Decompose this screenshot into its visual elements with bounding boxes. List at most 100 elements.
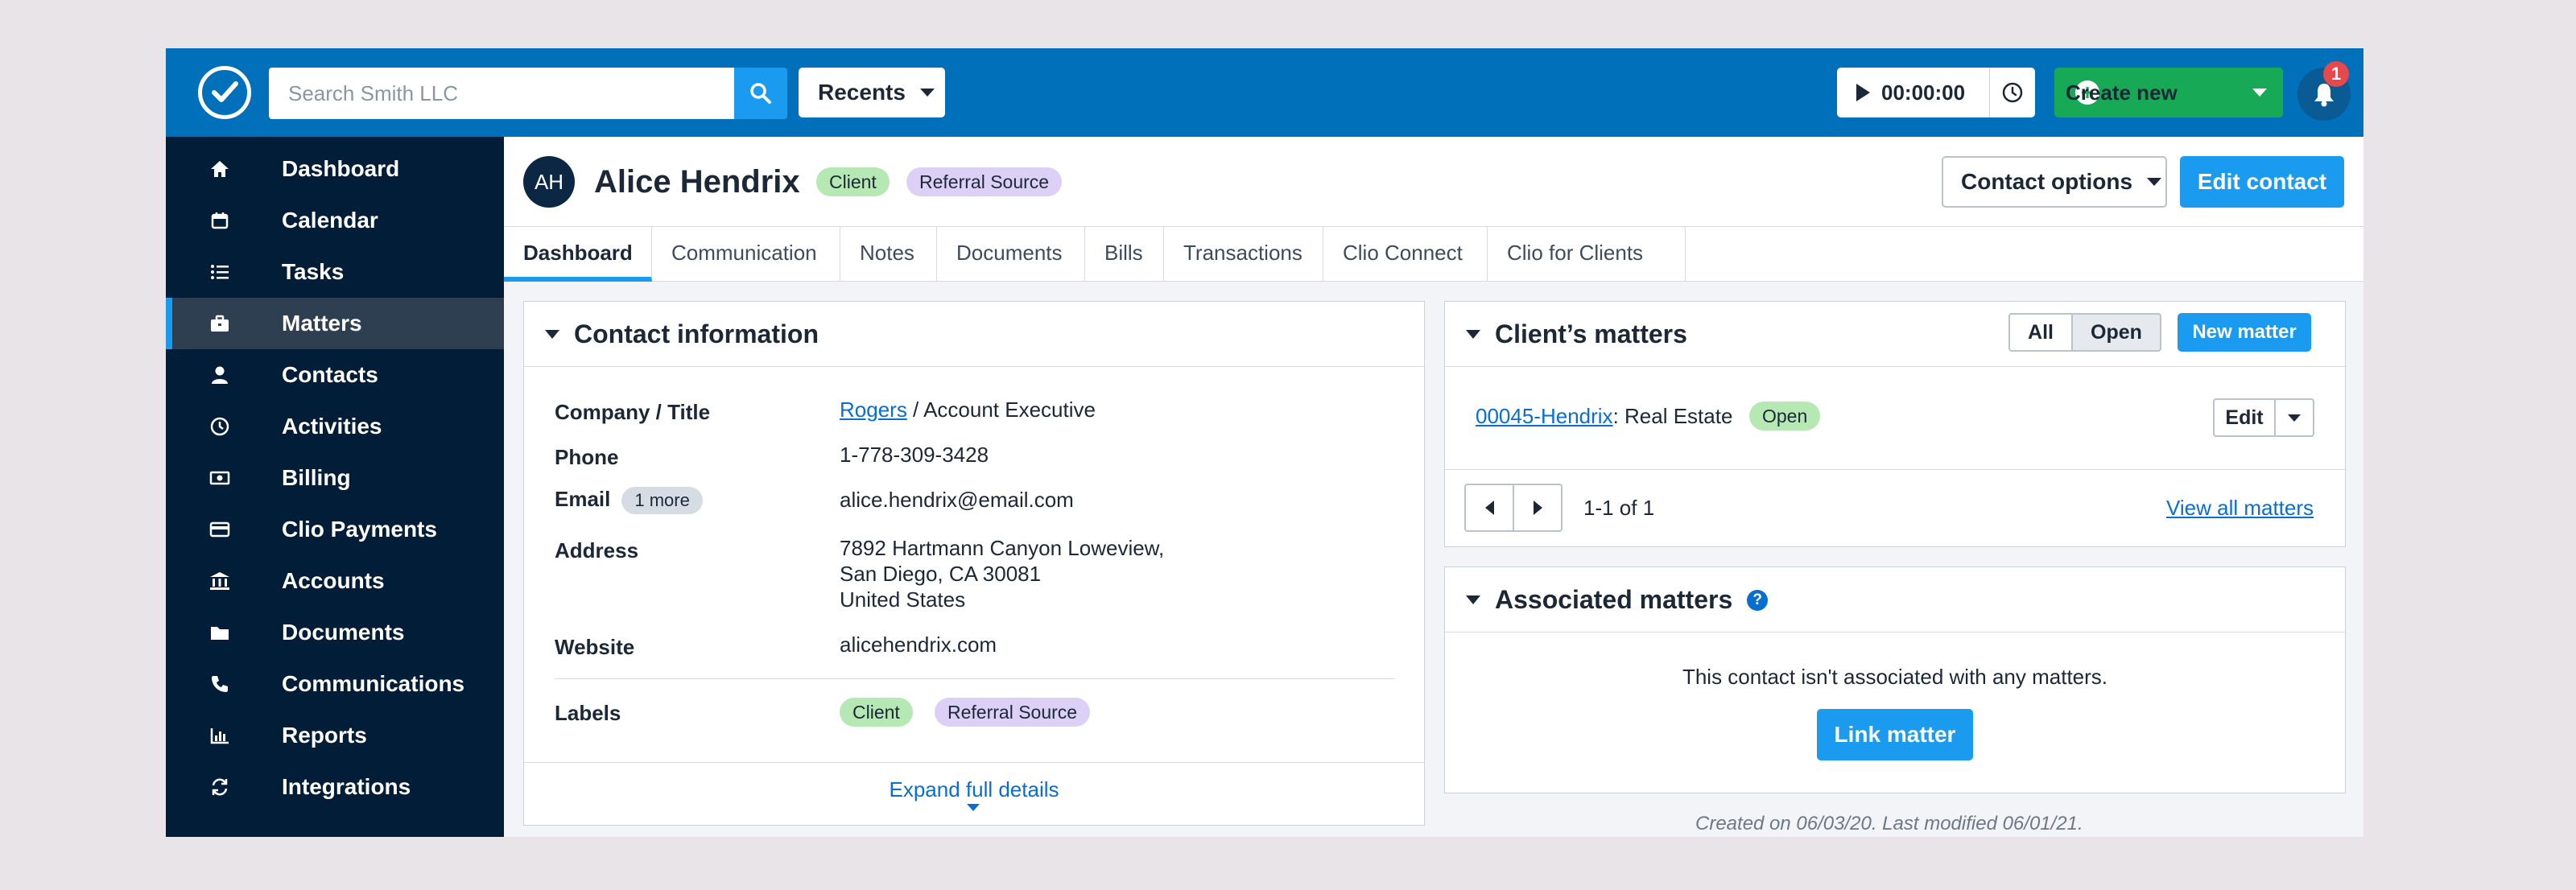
time-entry-button[interactable] <box>1990 68 2035 117</box>
matter-row: 00045-Hendrix: Real Estate <box>1476 403 1732 429</box>
view-all-matters-link[interactable]: View all matters <box>2166 495 2314 521</box>
sidebar-item-label: Accounts <box>282 568 385 593</box>
website-label: Website <box>555 635 635 659</box>
sidebar-item-clio-payments[interactable]: Clio Payments <box>166 504 504 555</box>
play-icon <box>1856 84 1870 101</box>
email-label-row: Email 1 more <box>555 487 703 514</box>
sidebar-item-contacts[interactable]: Contacts <box>166 349 504 401</box>
create-new-label: Create new <box>2066 80 2178 105</box>
sidebar: Dashboard Calendar Tasks Matters Contact… <box>166 137 504 837</box>
sidebar-item-label: Reports <box>282 723 367 748</box>
sidebar-item-label: Clio Payments <box>282 517 437 542</box>
address-line-3: United States <box>840 587 966 612</box>
clio-logo-icon[interactable] <box>198 66 251 119</box>
contact-options-button[interactable]: Contact options <box>1942 156 2167 208</box>
label-referral-source: Referral Source <box>906 167 1063 196</box>
person-icon <box>208 363 232 387</box>
sidebar-item-reports[interactable]: Reports <box>166 710 504 761</box>
company-title-label: Company / Title <box>555 400 711 424</box>
associated-matters-heading[interactable]: Associated matters ? <box>1466 585 1769 615</box>
card-title-text: Client’s matters <box>1495 319 1687 348</box>
chevron-down-icon <box>2288 414 2301 422</box>
home-icon <box>208 157 232 181</box>
create-new-button[interactable]: + Create new <box>2054 68 2283 117</box>
edit-matter-dropdown[interactable] <box>2274 398 2314 437</box>
top-bar: Search Smith LLC Recents 00:00:00 + Crea… <box>166 48 2363 137</box>
next-page-button[interactable] <box>1513 484 1563 532</box>
new-matter-button[interactable]: New matter <box>2178 313 2311 352</box>
sidebar-item-tasks[interactable]: Tasks <box>166 246 504 298</box>
tab-documents[interactable]: Documents <box>937 227 1085 282</box>
tab-notes[interactable]: Notes <box>840 227 937 282</box>
tab-communication[interactable]: Communication <box>652 227 840 282</box>
help-icon[interactable]: ? <box>1747 589 1769 611</box>
collapse-triangle-icon <box>1466 595 1480 604</box>
contact-information-heading[interactable]: Contact information <box>545 319 819 349</box>
filter-open-button[interactable]: Open <box>2071 313 2161 352</box>
address-label: Address <box>555 538 639 562</box>
sidebar-item-billing[interactable]: Billing <box>166 452 504 504</box>
chevron-down-icon <box>2252 89 2267 97</box>
divider <box>555 678 1395 679</box>
phone-label: Phone <box>555 445 619 469</box>
company-link[interactable]: Rogers <box>840 398 907 422</box>
sidebar-item-matters[interactable]: Matters <box>166 298 504 349</box>
expand-full-details-link[interactable]: Expand full details <box>524 777 1424 802</box>
list-icon <box>208 260 232 284</box>
tab-bar: Dashboard Communication Notes Documents … <box>504 227 2363 282</box>
sidebar-item-label: Communications <box>282 671 465 696</box>
search-input[interactable]: Search Smith LLC <box>269 68 734 119</box>
card-title-text: Contact information <box>574 319 819 348</box>
filter-all-button[interactable]: All <box>2008 313 2073 352</box>
avatar: AH <box>523 156 575 208</box>
search-button[interactable] <box>734 68 787 119</box>
phone-icon <box>208 672 232 696</box>
divider <box>1445 469 2345 470</box>
tab-clio-connect[interactable]: Clio Connect <box>1323 227 1488 282</box>
edit-matter-button[interactable]: Edit <box>2213 398 2276 437</box>
card-title-text: Associated matters <box>1495 585 1733 614</box>
email-value[interactable]: alice.hendrix@email.com <box>840 487 1074 513</box>
matter-status-badge: Open <box>1749 402 1821 431</box>
website-value[interactable]: alicehendrix.com <box>840 632 997 657</box>
tab-clio-for-clients[interactable]: Clio for Clients <box>1488 227 1686 282</box>
bank-icon <box>208 569 232 593</box>
link-matter-button[interactable]: Link matter <box>1817 709 1973 760</box>
create-new-dropdown[interactable] <box>2236 68 2283 117</box>
timer-button[interactable]: 00:00:00 <box>1837 68 1990 117</box>
tab-transactions[interactable]: Transactions <box>1164 227 1323 282</box>
collapse-triangle-icon <box>1466 330 1480 339</box>
label-client: Client <box>816 167 890 196</box>
matter-link[interactable]: 00045-Hendrix <box>1476 404 1613 428</box>
sidebar-item-integrations[interactable]: Integrations <box>166 761 504 813</box>
sidebar-item-communications[interactable]: Communications <box>166 658 504 710</box>
company-title-value: Rogers / Account Executive <box>840 397 1096 422</box>
sidebar-item-documents[interactable]: Documents <box>166 607 504 658</box>
app-window: Search Smith LLC Recents 00:00:00 + Crea… <box>166 48 2363 837</box>
contact-information-card: Contact information Company / Title Roge… <box>523 301 1425 826</box>
card-icon <box>208 517 232 542</box>
email-label: Email <box>555 487 611 511</box>
clients-matters-heading[interactable]: Client’s matters <box>1466 319 1687 349</box>
phone-value[interactable]: 1-778-309-3428 <box>840 442 989 468</box>
previous-page-button[interactable] <box>1464 484 1514 532</box>
collapse-triangle-icon <box>545 330 559 339</box>
chevron-down-icon <box>919 89 935 97</box>
address-line-2: San Diego, CA 30081 <box>840 562 1042 586</box>
sidebar-item-dashboard[interactable]: Dashboard <box>166 143 504 195</box>
tab-bills[interactable]: Bills <box>1085 227 1164 282</box>
timer-value: 00:00:00 <box>1881 80 1966 105</box>
sidebar-item-calendar[interactable]: Calendar <box>166 195 504 246</box>
edit-contact-button[interactable]: Edit contact <box>2180 156 2344 208</box>
sidebar-item-label: Integrations <box>282 774 411 799</box>
sidebar-item-accounts[interactable]: Accounts <box>166 555 504 607</box>
sidebar-item-activities[interactable]: Activities <box>166 401 504 452</box>
recents-dropdown[interactable]: Recents <box>799 68 945 117</box>
tab-dashboard[interactable]: Dashboard <box>504 227 652 282</box>
labels-label: Labels <box>555 701 621 725</box>
matter-description: : Real Estate <box>1612 404 1733 428</box>
calendar-icon <box>208 208 232 233</box>
address-line-1: 7892 Hartmann Canyon Loweview, <box>840 536 1165 560</box>
email-more-badge[interactable]: 1 more <box>621 487 703 514</box>
chevron-left-icon <box>1484 501 1494 515</box>
